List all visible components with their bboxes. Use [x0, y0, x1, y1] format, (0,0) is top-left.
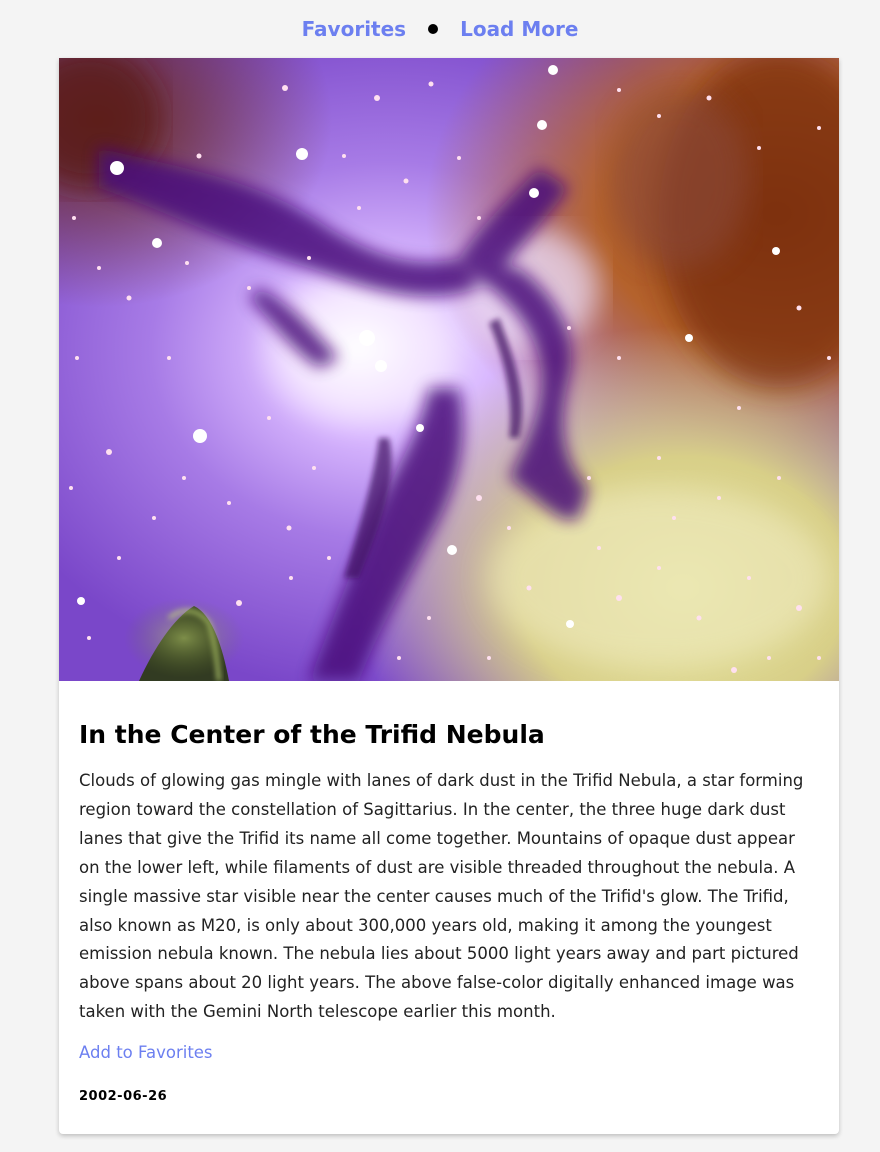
post-date: 2002-06-26 [79, 1089, 168, 1105]
favorites-link[interactable]: Favorites [302, 17, 407, 41]
top-nav: Favorites Load More [0, 0, 880, 58]
nav-separator-dot [428, 24, 439, 34]
post-description: Clouds of glowing gas mingle with lanes … [79, 771, 804, 1022]
post-content: In the Center of the Trifid Nebula Cloud… [59, 719, 839, 1104]
load-more-link[interactable]: Load More [460, 17, 578, 41]
nebula-image [59, 58, 839, 681]
add-to-favorites-link[interactable]: Add to Favorites [79, 1043, 213, 1062]
apod-card: In the Center of the Trifid Nebula Cloud… [59, 58, 839, 1134]
post-title: In the Center of the Trifid Nebula [79, 720, 545, 749]
